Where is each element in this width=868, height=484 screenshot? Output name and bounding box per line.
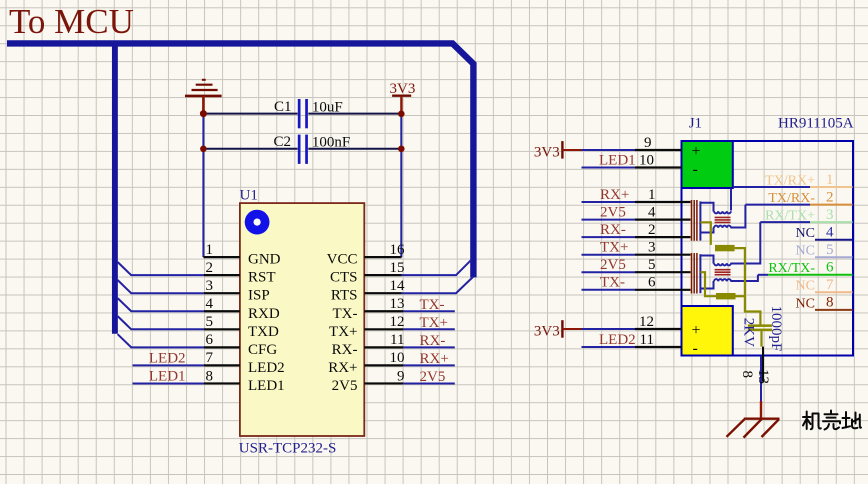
svg-text:+: + bbox=[692, 143, 701, 160]
svg-text:U1: U1 bbox=[240, 188, 258, 204]
svg-text:3V3: 3V3 bbox=[534, 324, 560, 340]
svg-text:USR-TCP232-S: USR-TCP232-S bbox=[239, 441, 337, 457]
svg-text:6: 6 bbox=[648, 275, 656, 291]
svg-text:9: 9 bbox=[397, 368, 405, 384]
svg-text:TX/RX-: TX/RX- bbox=[768, 191, 815, 206]
svg-text:15: 15 bbox=[390, 260, 405, 276]
svg-text:13: 13 bbox=[390, 296, 405, 312]
svg-text:4: 4 bbox=[206, 296, 214, 312]
svg-text:4: 4 bbox=[648, 204, 656, 220]
svg-text:LED2: LED2 bbox=[599, 332, 636, 348]
svg-text:2V5: 2V5 bbox=[600, 257, 626, 273]
svg-text:3V3: 3V3 bbox=[390, 81, 416, 97]
svg-text:3: 3 bbox=[206, 278, 214, 294]
svg-text:10: 10 bbox=[639, 152, 654, 168]
svg-text:6: 6 bbox=[206, 332, 214, 348]
svg-text:10: 10 bbox=[390, 350, 405, 366]
svg-text:TX+: TX+ bbox=[329, 324, 357, 340]
svg-text:2V5: 2V5 bbox=[600, 204, 626, 220]
svg-text:RX-: RX- bbox=[420, 333, 446, 349]
svg-text:8: 8 bbox=[826, 295, 834, 311]
svg-text:12: 12 bbox=[639, 314, 654, 330]
svg-text:TX+: TX+ bbox=[420, 315, 448, 331]
svg-text:RX+: RX+ bbox=[420, 351, 449, 367]
svg-text:9: 9 bbox=[644, 135, 652, 151]
svg-text:RX-: RX- bbox=[332, 342, 358, 358]
svg-text:NC: NC bbox=[796, 226, 815, 241]
svg-text:1000pF: 1000pF bbox=[768, 306, 784, 352]
svg-text:LED1: LED1 bbox=[248, 378, 285, 394]
svg-text:NC: NC bbox=[796, 244, 815, 259]
svg-text:TXD: TXD bbox=[248, 324, 279, 340]
svg-text:RTS: RTS bbox=[331, 288, 358, 304]
svg-text:100nF: 100nF bbox=[312, 135, 350, 151]
svg-text:14: 14 bbox=[390, 278, 406, 294]
svg-text:2: 2 bbox=[206, 260, 214, 276]
svg-text:5: 5 bbox=[206, 314, 214, 330]
svg-text:-: - bbox=[693, 340, 698, 357]
svg-text:NC: NC bbox=[796, 279, 815, 294]
svg-text:1: 1 bbox=[648, 187, 656, 203]
svg-text:TX/RX+: TX/RX+ bbox=[765, 173, 815, 188]
svg-text:2: 2 bbox=[648, 222, 656, 238]
svg-text:11: 11 bbox=[390, 332, 404, 348]
svg-text:C2: C2 bbox=[274, 134, 292, 150]
svg-text:+: + bbox=[692, 322, 701, 339]
svg-text:11: 11 bbox=[640, 332, 654, 348]
svg-text:HR911105A: HR911105A bbox=[778, 116, 854, 132]
svg-text:LED2: LED2 bbox=[149, 351, 186, 367]
svg-text:7: 7 bbox=[826, 277, 834, 293]
svg-text:2V5: 2V5 bbox=[332, 378, 358, 394]
svg-text:GND: GND bbox=[248, 252, 281, 268]
svg-text:ISP: ISP bbox=[248, 288, 270, 304]
svg-text:RX+: RX+ bbox=[600, 187, 629, 203]
svg-text:NC: NC bbox=[796, 296, 815, 311]
svg-text:8: 8 bbox=[739, 371, 755, 379]
svg-text:J1: J1 bbox=[689, 116, 702, 132]
svg-text:LED1: LED1 bbox=[149, 369, 186, 385]
svg-text:CTS: CTS bbox=[330, 270, 358, 286]
svg-text:RX-: RX- bbox=[600, 222, 626, 238]
svg-text:3: 3 bbox=[648, 240, 656, 256]
svg-text:3V3: 3V3 bbox=[534, 144, 560, 160]
svg-text:TX-: TX- bbox=[420, 297, 445, 313]
svg-text:LED1: LED1 bbox=[599, 152, 636, 168]
svg-text:8: 8 bbox=[206, 368, 214, 384]
svg-text:3: 3 bbox=[826, 207, 834, 223]
svg-text:C1: C1 bbox=[274, 99, 292, 115]
svg-text:RXD: RXD bbox=[248, 306, 280, 322]
svg-text:1: 1 bbox=[206, 242, 214, 258]
svg-text:RX/TX-: RX/TX- bbox=[768, 261, 815, 276]
svg-text:CFG: CFG bbox=[248, 342, 277, 358]
svg-text:5: 5 bbox=[826, 242, 834, 258]
svg-text:VCC: VCC bbox=[327, 252, 358, 268]
svg-text:10uF: 10uF bbox=[312, 99, 343, 115]
svg-text:LED2: LED2 bbox=[248, 360, 285, 376]
svg-text:TX-: TX- bbox=[333, 306, 358, 322]
svg-text:RST: RST bbox=[248, 270, 276, 286]
svg-text:TX+: TX+ bbox=[600, 240, 628, 256]
svg-text:2V5: 2V5 bbox=[420, 369, 446, 385]
svg-text:13: 13 bbox=[755, 369, 771, 384]
svg-text:16: 16 bbox=[390, 242, 406, 258]
svg-text:To MCU: To MCU bbox=[9, 2, 134, 41]
svg-text:7: 7 bbox=[206, 350, 214, 366]
svg-text:4: 4 bbox=[826, 225, 834, 241]
svg-text:6: 6 bbox=[826, 260, 834, 276]
svg-text:-: - bbox=[693, 161, 698, 178]
svg-text:12: 12 bbox=[390, 314, 405, 330]
svg-text:RX+: RX+ bbox=[328, 360, 357, 376]
svg-text:1: 1 bbox=[826, 172, 834, 188]
svg-text:2KV: 2KV bbox=[741, 318, 757, 347]
svg-text:5: 5 bbox=[648, 257, 656, 273]
svg-text:TX-: TX- bbox=[600, 275, 625, 291]
svg-text:2: 2 bbox=[826, 189, 834, 205]
svg-text:RX/TX+: RX/TX+ bbox=[765, 209, 815, 224]
